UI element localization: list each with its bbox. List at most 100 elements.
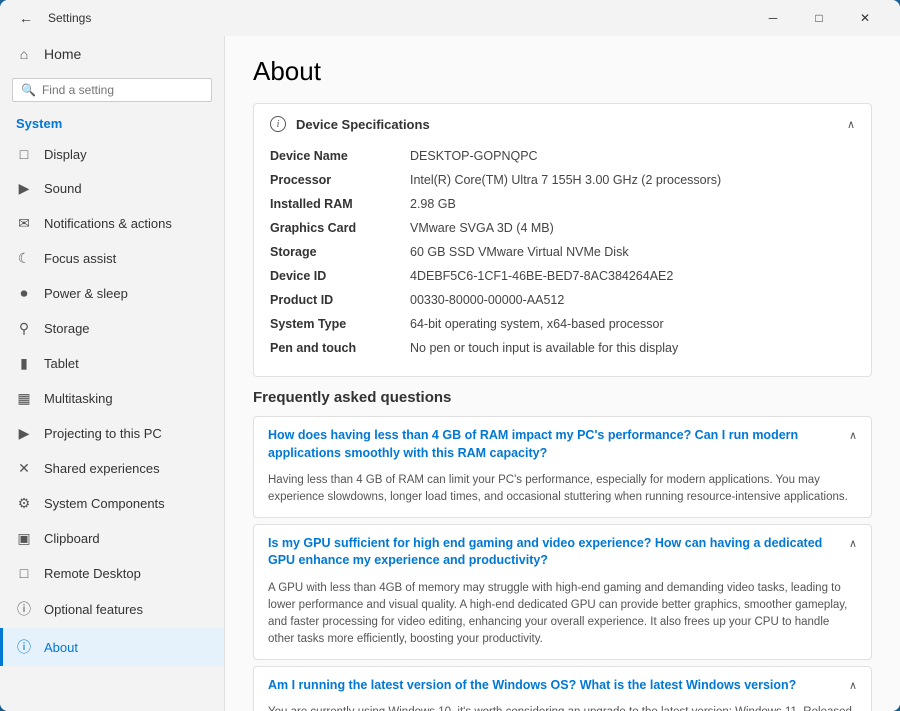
- remote-icon: □: [16, 565, 32, 581]
- display-icon: □: [16, 146, 32, 162]
- sidebar-label-projecting: Projecting to this PC: [44, 426, 162, 441]
- sidebar-item-projecting[interactable]: ▶ Projecting to this PC: [0, 416, 224, 451]
- spec-value-graphics: VMware SVGA 3D (4 MB): [410, 221, 855, 235]
- sound-icon: ▶: [16, 180, 32, 197]
- sidebar-item-remote[interactable]: □ Remote Desktop: [0, 556, 224, 590]
- sidebar-item-multitasking[interactable]: ▦ Multitasking: [0, 381, 224, 416]
- faq-answer-1: Having less than 4 GB of RAM can limit y…: [254, 472, 871, 517]
- window-controls: ─ □ ✕: [750, 0, 888, 36]
- device-specs-info-icon: i: [270, 116, 286, 132]
- close-button[interactable]: ✕: [842, 0, 888, 36]
- sidebar-label-about: About: [44, 640, 78, 655]
- page-title: About: [253, 56, 872, 87]
- sidebar-label-optional: Optional features: [44, 602, 143, 617]
- spec-value-system-type: 64-bit operating system, x64-based proce…: [410, 317, 855, 331]
- content-area: ⌂ Home 🔍 System □ Display ▶ Sound ✉ Noti…: [0, 36, 900, 711]
- search-input[interactable]: [42, 83, 203, 97]
- spec-label-processor: Processor: [270, 173, 410, 187]
- spec-value-storage: 60 GB SSD VMware Virtual NVMe Disk: [410, 245, 855, 259]
- sidebar-item-focus[interactable]: ☾ Focus assist: [0, 241, 224, 276]
- optional-icon: ⓘ: [16, 599, 32, 619]
- sidebar-label-power: Power & sleep: [44, 286, 128, 301]
- sidebar-item-shared[interactable]: ✕ Shared experiences: [0, 451, 224, 486]
- spec-table: Device Name DESKTOP-GOPNQPC Processor In…: [270, 144, 855, 360]
- spec-row-ram: Installed RAM 2.98 GB: [270, 192, 855, 216]
- spec-row-processor: Processor Intel(R) Core(TM) Ultra 7 155H…: [270, 168, 855, 192]
- spec-label-storage: Storage: [270, 245, 410, 259]
- spec-label-ram: Installed RAM: [270, 197, 410, 211]
- spec-label-product-id: Product ID: [270, 293, 410, 307]
- spec-row-storage: Storage 60 GB SSD VMware Virtual NVMe Di…: [270, 240, 855, 264]
- device-specs-body: Device Name DESKTOP-GOPNQPC Processor In…: [254, 144, 871, 376]
- device-specs-card: i Device Specifications ∧ Device Name DE…: [253, 103, 872, 377]
- faq-answer-3: You are currently using Windows 10, it's…: [254, 704, 871, 711]
- sidebar-label-display: Display: [44, 147, 87, 162]
- faq-question-2: Is my GPU sufficient for high end gaming…: [268, 535, 841, 570]
- spec-label-system-type: System Type: [270, 317, 410, 331]
- spec-value-product-id: 00330-80000-00000-AA512: [410, 293, 855, 307]
- faq-header-1[interactable]: How does having less than 4 GB of RAM im…: [254, 417, 871, 472]
- search-icon: 🔍: [21, 83, 36, 97]
- home-label: Home: [44, 46, 81, 62]
- titlebar: ← Settings ─ □ ✕: [0, 0, 900, 36]
- minimize-button[interactable]: ─: [750, 0, 796, 36]
- sidebar-section-label: System: [0, 112, 224, 137]
- sidebar-label-system-components: System Components: [44, 496, 165, 511]
- sidebar-item-display[interactable]: □ Display: [0, 137, 224, 171]
- sidebar-item-clipboard[interactable]: ▣ Clipboard: [0, 521, 224, 556]
- power-icon: ⏺: [16, 285, 32, 302]
- sidebar-item-storage[interactable]: ⚲ Storage: [0, 311, 224, 346]
- faq-question-1: How does having less than 4 GB of RAM im…: [268, 427, 841, 462]
- sidebar-item-sound[interactable]: ▶ Sound: [0, 171, 224, 206]
- focus-icon: ☾: [16, 250, 32, 267]
- about-icon: ⓘ: [16, 637, 32, 657]
- device-specs-header-left: i Device Specifications: [270, 116, 430, 132]
- sidebar-item-home[interactable]: ⌂ Home: [0, 36, 224, 72]
- faq-title: Frequently asked questions: [253, 389, 872, 406]
- main-content: About i Device Specifications ∧ Device N…: [225, 36, 900, 711]
- spec-value-device-id: 4DEBF5C6-1CF1-46BE-BED7-8AC384264AE2: [410, 269, 855, 283]
- projecting-icon: ▶: [16, 425, 32, 442]
- spec-label-graphics: Graphics Card: [270, 221, 410, 235]
- spec-row-pen-touch: Pen and touch No pen or touch input is a…: [270, 336, 855, 360]
- sidebar-item-system-components[interactable]: ⚙ System Components: [0, 486, 224, 521]
- sidebar-label-focus: Focus assist: [44, 251, 116, 266]
- faq-question-3: Am I running the latest version of the W…: [268, 677, 841, 695]
- window-title: Settings: [48, 11, 750, 25]
- home-icon: ⌂: [16, 46, 32, 62]
- device-specs-header[interactable]: i Device Specifications ∧: [254, 104, 871, 144]
- faq-header-2[interactable]: Is my GPU sufficient for high end gaming…: [254, 525, 871, 580]
- sidebar-label-sound: Sound: [44, 181, 82, 196]
- spec-label-device-id: Device ID: [270, 269, 410, 283]
- sidebar: ⌂ Home 🔍 System □ Display ▶ Sound ✉ Noti…: [0, 36, 225, 711]
- faq-chevron-1-icon: ∧: [849, 429, 857, 442]
- faq-item-2: Is my GPU sufficient for high end gaming…: [253, 524, 872, 660]
- search-box: 🔍: [12, 78, 212, 102]
- sidebar-item-power[interactable]: ⏺ Power & sleep: [0, 276, 224, 311]
- spec-value-processor: Intel(R) Core(TM) Ultra 7 155H 3.00 GHz …: [410, 173, 855, 187]
- spec-row-device-name: Device Name DESKTOP-GOPNQPC: [270, 144, 855, 168]
- spec-row-graphics: Graphics Card VMware SVGA 3D (4 MB): [270, 216, 855, 240]
- sidebar-label-shared: Shared experiences: [44, 461, 160, 476]
- sidebar-item-about[interactable]: ⓘ About: [0, 628, 224, 666]
- sidebar-item-optional[interactable]: ⓘ Optional features: [0, 590, 224, 628]
- faq-chevron-2-icon: ∧: [849, 537, 857, 550]
- sidebar-item-notifications[interactable]: ✉ Notifications & actions: [0, 206, 224, 241]
- faq-header-3[interactable]: Am I running the latest version of the W…: [254, 667, 871, 705]
- spec-row-product-id: Product ID 00330-80000-00000-AA512: [270, 288, 855, 312]
- system-components-icon: ⚙: [16, 495, 32, 512]
- faq-item-3: Am I running the latest version of the W…: [253, 666, 872, 711]
- spec-label-device-name: Device Name: [270, 149, 410, 163]
- clipboard-icon: ▣: [16, 530, 32, 547]
- sidebar-label-clipboard: Clipboard: [44, 531, 100, 546]
- tablet-icon: ▮: [16, 355, 32, 372]
- multitasking-icon: ▦: [16, 390, 32, 407]
- device-specs-chevron-icon: ∧: [847, 118, 855, 131]
- spec-row-device-id: Device ID 4DEBF5C6-1CF1-46BE-BED7-8AC384…: [270, 264, 855, 288]
- spec-value-device-name: DESKTOP-GOPNQPC: [410, 149, 855, 163]
- maximize-button[interactable]: □: [796, 0, 842, 36]
- device-specs-title: Device Specifications: [296, 117, 430, 132]
- back-button[interactable]: ←: [12, 4, 40, 32]
- sidebar-label-remote: Remote Desktop: [44, 566, 141, 581]
- sidebar-item-tablet[interactable]: ▮ Tablet: [0, 346, 224, 381]
